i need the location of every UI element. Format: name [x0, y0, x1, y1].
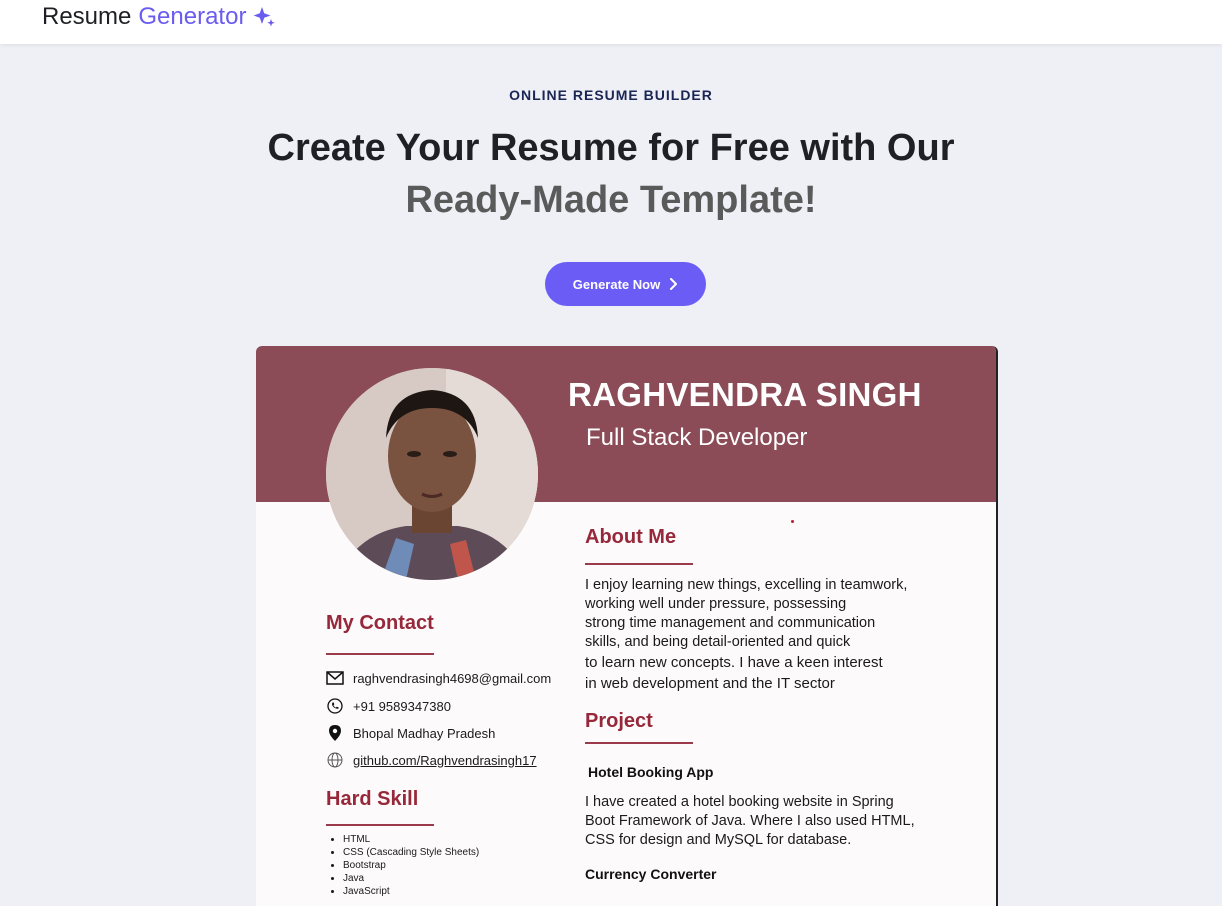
project-line: Boot Framework of Java. Where I also use…: [585, 813, 915, 829]
about-line: strong time management and communication: [585, 615, 876, 631]
project-divider: [585, 742, 693, 744]
skill-item: JavaScript: [343, 885, 479, 898]
sparkle-icon: [253, 7, 276, 27]
hero-eyebrow: ONLINE RESUME BUILDER: [509, 87, 713, 103]
headline-line-1: Create Your Resume for Free with Our: [267, 127, 955, 169]
contact-location-row: Bhopal Madhay Pradesh: [326, 724, 495, 742]
skills-divider: [326, 824, 434, 826]
skill-item: Bootstrap: [343, 859, 479, 872]
skills-section-title: Hard Skill: [326, 788, 419, 810]
contact-section-title: My Contact: [326, 612, 434, 634]
globe-icon: [326, 751, 344, 769]
project-section-title: Project: [585, 710, 653, 732]
skill-item: Java: [343, 872, 479, 885]
contact-github-row: github.com/Raghvendrasingh17: [326, 751, 537, 769]
about-text: I enjoy learning new things, excelling i…: [585, 576, 945, 694]
contact-phone-row: +91 9589347380: [326, 697, 451, 715]
decorative-dot: [791, 520, 794, 523]
github-link[interactable]: github.com/Raghvendrasingh17: [353, 753, 537, 768]
headline-line-2: Ready-Made Template!: [405, 179, 817, 221]
about-line: to learn new concepts. I have a keen int…: [585, 654, 883, 671]
mail-icon: [326, 669, 344, 687]
project-name: Hotel Booking App: [588, 764, 714, 780]
resume-role: Full Stack Developer: [586, 424, 808, 451]
contact-phone: +91 9589347380: [353, 698, 451, 714]
brand-word-generator: Generator: [138, 3, 247, 30]
generate-now-label: Generate Now: [572, 276, 661, 292]
hero-headline: Create Your Resume for Free with Our Rea…: [0, 122, 1222, 226]
contact-email: raghvendrasingh4698@gmail.com: [353, 670, 552, 686]
brand-logo[interactable]: Resume Generator: [42, 2, 276, 32]
generate-now-button[interactable]: Generate Now: [545, 262, 706, 306]
top-navbar: Resume Generator: [0, 0, 1222, 44]
about-section-title: About Me: [585, 526, 677, 548]
project-name: Currency Converter: [585, 866, 717, 882]
contact-location: Bhopal Madhay Pradesh: [353, 725, 496, 741]
location-pin-icon: [326, 724, 344, 742]
skill-item: HTML: [343, 833, 479, 846]
skills-list: HTML CSS (Cascading Style Sheets) Bootst…: [330, 833, 479, 898]
chevron-right-icon: [670, 278, 678, 290]
project-line: CSS for design and MySQL for database.: [585, 832, 852, 848]
profile-photo: [326, 368, 538, 580]
contact-divider: [326, 653, 434, 655]
about-line: skills, and being detail-oriented and qu…: [585, 634, 851, 650]
contact-email-row: raghvendrasingh4698@gmail.com: [326, 669, 551, 687]
resume-preview: RAGHVENDRA SINGH Full Stack Developer My…: [256, 346, 998, 906]
resume-name: RAGHVENDRA SINGH: [568, 376, 922, 413]
phone-icon: [326, 697, 344, 715]
project-line: I have created a hotel booking website i…: [585, 794, 894, 810]
about-divider: [585, 563, 693, 565]
skill-item: CSS (Cascading Style Sheets): [343, 846, 479, 859]
about-line: working well under pressure, possessing: [585, 596, 847, 612]
about-line: I enjoy learning new things, excelling i…: [585, 577, 908, 593]
project-description: I have created a hotel booking website i…: [585, 793, 945, 850]
about-line: in web development and the IT sector: [585, 675, 835, 692]
brand-word-resume: Resume: [42, 3, 132, 30]
